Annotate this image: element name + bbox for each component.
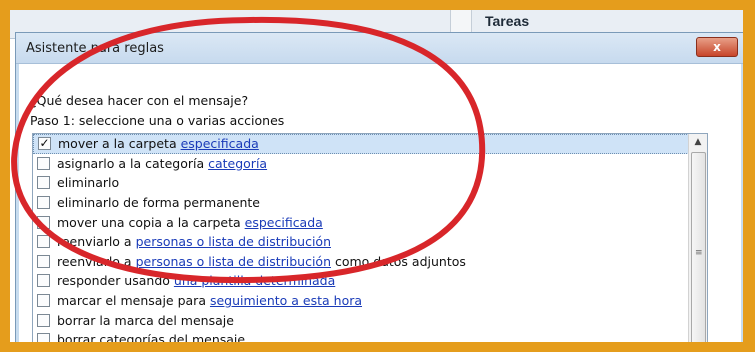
action-text: marcar el mensaje para <box>57 293 210 309</box>
action-row[interactable]: mover una copia a la carpeta especificad… <box>33 212 707 232</box>
tasks-header: Tareas <box>485 13 530 29</box>
actions-list: ✓ mover a la carpeta especificada asignarl… <box>32 133 708 342</box>
chevron-up-icon[interactable]: ▲ <box>692 136 704 148</box>
action-row[interactable]: ✓ mover a la carpeta especificada <box>33 134 707 154</box>
actions-rows: ✓ mover a la carpeta especificada asignarl… <box>33 134 707 342</box>
close-icon: x <box>713 40 721 54</box>
action-row[interactable]: reenviarlo a personas o lista de distrib… <box>33 232 707 252</box>
question-label: ¿Qué desea hacer con el mensaje? <box>30 93 249 108</box>
action-link[interactable]: personas o lista de distribución <box>136 234 331 249</box>
action-text: como datos adjuntos <box>331 253 466 269</box>
action-link[interactable]: especificada <box>181 136 259 151</box>
action-checkbox[interactable] <box>37 333 50 342</box>
action-text: responder usando <box>57 273 174 289</box>
action-row[interactable]: responder usando una plantilla determina… <box>33 271 707 291</box>
action-checkbox[interactable] <box>37 254 50 268</box>
action-text: borrar categorías del mensaje <box>57 332 246 342</box>
screenshot-frame: Tareas Asistente para reglas x ¿Qué dese… <box>10 10 743 342</box>
action-row[interactable]: asignarlo a la categoría categoría <box>33 154 707 174</box>
scroll-thumb[interactable]: ≡ <box>691 152 706 342</box>
action-checkbox[interactable] <box>37 215 50 229</box>
checkmark-icon: ✓ <box>39 136 50 151</box>
action-checkbox[interactable] <box>37 313 50 327</box>
action-row[interactable]: reenviarlo a personas o lista de distrib… <box>33 252 707 272</box>
vertical-scrollbar[interactable]: ▲ ≡ <box>688 134 707 342</box>
action-text: borrar la marca del mensaje <box>57 312 234 328</box>
action-row[interactable]: borrar categorías del mensaje <box>33 330 707 342</box>
dialog-content: ¿Qué desea hacer con el mensaje? Paso 1:… <box>30 85 730 342</box>
action-checkbox[interactable] <box>37 156 50 170</box>
grip-icon: ≡ <box>695 248 703 258</box>
action-text: eliminarlo de forma permanente <box>57 195 260 211</box>
action-text: mover a la carpeta <box>58 136 181 152</box>
action-checkbox[interactable]: ✓ <box>38 136 51 151</box>
step-label: Paso 1: seleccione una o varias acciones <box>30 113 285 128</box>
action-checkbox[interactable] <box>37 294 50 308</box>
action-link[interactable]: especificada <box>245 215 323 230</box>
action-row[interactable]: eliminarlo de forma permanente <box>33 193 707 213</box>
action-checkbox[interactable] <box>37 176 50 190</box>
action-row[interactable]: marcar el mensaje para seguimiento a est… <box>33 291 707 311</box>
action-text: eliminarlo <box>57 175 120 191</box>
close-button[interactable]: x <box>696 37 738 57</box>
action-text: mover una copia a la carpeta <box>57 214 245 230</box>
action-text: asignarlo a la categoría <box>57 155 209 171</box>
dialog-title: Asistente para reglas <box>26 41 164 56</box>
rules-wizard-dialog: Asistente para reglas x ¿Qué desea hacer… <box>15 32 743 342</box>
dialog-titlebar: Asistente para reglas x <box>16 33 743 64</box>
action-row[interactable]: borrar la marca del mensaje <box>33 310 707 330</box>
action-row[interactable]: eliminarlo <box>33 173 707 193</box>
action-link[interactable]: categoría <box>208 156 267 171</box>
action-text: reenviarlo a <box>57 253 136 269</box>
action-checkbox[interactable] <box>37 274 50 288</box>
action-link[interactable]: personas o lista de distribución <box>136 254 331 269</box>
action-checkbox[interactable] <box>37 196 50 210</box>
action-link[interactable]: seguimiento a esta hora <box>210 293 362 308</box>
action-text: reenviarlo a <box>57 234 136 250</box>
action-checkbox[interactable] <box>37 235 50 249</box>
action-link[interactable]: una plantilla determinada <box>174 273 335 288</box>
